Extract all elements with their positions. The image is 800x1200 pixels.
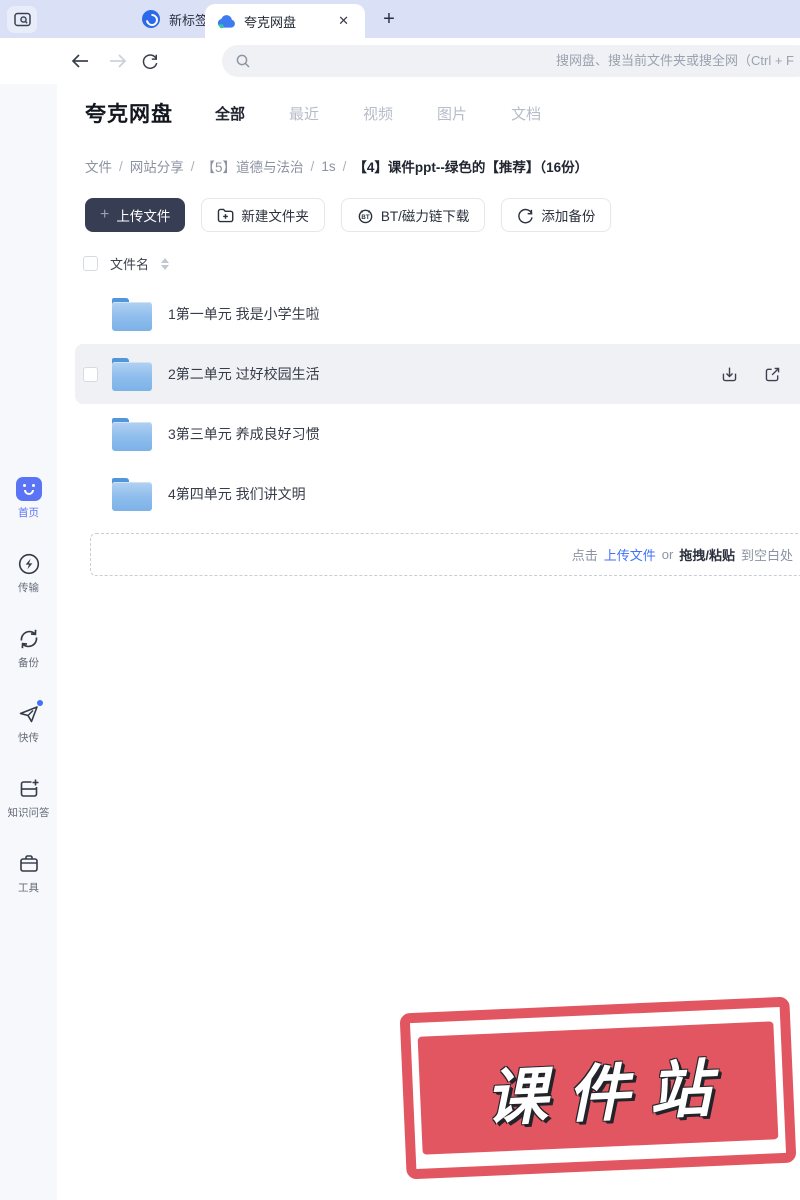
select-all-checkbox[interactable] xyxy=(83,256,98,271)
sidebar-item-quick-send[interactable]: 快传 xyxy=(15,700,43,745)
quick-send-icon xyxy=(15,700,43,727)
bt-magnet-label: BT/磁力链下载 xyxy=(380,209,470,224)
sidebar-item-home[interactable]: 首页 xyxy=(15,476,43,520)
file-list: 1第一单元 我是小学生啦 2第二单元 过好校园生活 3第三单元 养成良好习惯 4… xyxy=(57,284,800,524)
breadcrumb-separator: / xyxy=(310,158,315,174)
download-icon[interactable] xyxy=(720,365,739,384)
sidebar-item-label: 备份 xyxy=(18,657,39,669)
breadcrumb-item[interactable]: 【5】道德与法治 xyxy=(202,156,304,176)
quark-drive-window: 新标签页 夸克网盘 ✕ + 搜网盘、搜当前文件夹或搜全网（Ctrl + F 首页… xyxy=(0,0,800,1200)
file-name: 2第二单元 过好校园生活 xyxy=(168,366,320,382)
new-folder-icon xyxy=(217,208,234,223)
refresh-button[interactable] xyxy=(136,47,164,75)
tab-title: 夸克网盘 xyxy=(244,14,297,30)
sidebar-item-transfer[interactable]: 传输 xyxy=(15,551,43,595)
stamp-text: 课件站 xyxy=(483,1054,733,1134)
forward-button[interactable] xyxy=(104,47,132,75)
plus-icon: + xyxy=(100,206,110,223)
page-header: 夸克网盘 全部 最近 视频 图片 文档 xyxy=(85,98,541,128)
page-title: 夸克网盘 xyxy=(85,103,173,126)
action-buttons: + 上传文件 新建文件夹 BT BT/磁力链下载 添加备份 xyxy=(85,198,612,232)
breadcrumb-current: 【4】课件ppt--绿色的【推荐】（16份） xyxy=(353,160,589,175)
dropzone-text: 点击 xyxy=(571,548,598,563)
backup-icon xyxy=(15,626,43,652)
file-name: 3第三单元 养成良好习惯 xyxy=(168,426,320,442)
sidebar-item-label: 快传 xyxy=(18,732,39,744)
upload-file-button[interactable]: + 上传文件 xyxy=(85,198,186,232)
watermark-stamp: 课件站 xyxy=(399,996,797,1180)
app-sidebar: 首页 传输 备份 快传 知识问答 工具 xyxy=(0,84,57,1200)
breadcrumb-separator: / xyxy=(342,158,347,174)
search-placeholder: 搜网盘、搜当前文件夹或搜全网（Ctrl + F xyxy=(556,53,794,68)
sidebar-item-label: 传输 xyxy=(18,582,39,594)
add-backup-icon xyxy=(517,207,534,224)
breadcrumb-separator: / xyxy=(119,158,123,174)
file-row[interactable]: 3第三单元 养成良好习惯 xyxy=(57,404,800,464)
browser-tab-bar: 新标签页 夸克网盘 ✕ + xyxy=(0,0,800,38)
notification-dot xyxy=(36,700,43,706)
upload-file-label: 上传文件 xyxy=(116,209,171,224)
file-row[interactable]: 1第一单元 我是小学生啦 xyxy=(57,284,800,344)
upload-dropzone[interactable]: 点击 上传文件 or 拖拽/粘贴 到空白处 xyxy=(90,533,800,576)
sidebar-item-backup[interactable]: 备份 xyxy=(15,626,43,670)
add-backup-button[interactable]: 添加备份 xyxy=(501,198,612,232)
stamp-inner: 课件站 xyxy=(417,1021,779,1155)
file-row[interactable]: 4第四单元 我们讲文明 xyxy=(57,464,800,524)
dropzone-upload-link[interactable]: 上传文件 xyxy=(604,545,656,564)
transfer-icon xyxy=(15,551,43,577)
file-name: 4第四单元 我们讲文明 xyxy=(168,486,306,502)
knowledge-qa-icon xyxy=(15,776,43,802)
search-input[interactable]: 搜网盘、搜当前文件夹或搜全网（Ctrl + F xyxy=(222,45,800,77)
sidebar-item-knowledge-qa[interactable]: 知识问答 xyxy=(8,776,50,820)
tab-video[interactable]: 视频 xyxy=(363,103,393,124)
add-backup-label: 添加备份 xyxy=(541,209,596,224)
folder-icon xyxy=(112,417,152,451)
sidebar-item-label: 工具 xyxy=(18,882,39,894)
tools-icon xyxy=(15,851,43,877)
tab-search-icon xyxy=(13,12,31,27)
svg-text:BT: BT xyxy=(361,213,369,220)
tab-document[interactable]: 文档 xyxy=(511,103,541,124)
open-external-icon[interactable] xyxy=(763,365,782,384)
file-row-hovered[interactable]: 2第二单元 过好校园生活 xyxy=(75,344,800,404)
file-list-header: 文件名 xyxy=(83,254,170,273)
breadcrumb-item[interactable]: 1s xyxy=(321,159,335,174)
browser-toolbar: 搜网盘、搜当前文件夹或搜全网（Ctrl + F xyxy=(0,38,800,84)
cloud-icon xyxy=(217,14,236,29)
quark-logo-icon xyxy=(142,10,160,28)
dropzone-drag-text: 拖拽/粘贴 xyxy=(679,548,735,563)
dropzone-text: 到空白处 xyxy=(740,548,793,563)
file-name: 1第一单元 我是小学生啦 xyxy=(168,306,320,322)
search-icon xyxy=(235,53,251,69)
row-actions xyxy=(720,365,782,384)
bt-magnet-download-button[interactable]: BT BT/磁力链下载 xyxy=(340,198,486,232)
breadcrumb-item[interactable]: 文件 xyxy=(85,156,112,176)
bt-magnet-icon: BT xyxy=(357,207,374,224)
new-folder-button[interactable]: 新建文件夹 xyxy=(201,198,325,232)
tab-quark-drive[interactable]: 夸克网盘 ✕ xyxy=(205,4,365,38)
sidebar-item-label: 首页 xyxy=(18,507,39,519)
tab-close-icon[interactable]: ✕ xyxy=(334,11,353,31)
folder-icon xyxy=(112,477,152,511)
breadcrumb-item[interactable]: 网站分享 xyxy=(130,156,184,176)
home-smile-icon xyxy=(15,476,43,502)
tab-image[interactable]: 图片 xyxy=(437,103,467,124)
sidebar-item-tools[interactable]: 工具 xyxy=(15,851,43,895)
new-tab-button[interactable]: + xyxy=(374,4,404,34)
breadcrumb: 文件 / 网站分享 / 【5】道德与法治 / 1s / 【4】课件ppt--绿色… xyxy=(85,156,588,176)
breadcrumb-separator: / xyxy=(190,158,195,174)
view-tabs: 全部 最近 视频 图片 文档 xyxy=(215,103,541,124)
tab-all[interactable]: 全部 xyxy=(215,103,245,124)
sort-filename-control[interactable] xyxy=(161,257,170,270)
tab-recent[interactable]: 最近 xyxy=(289,103,319,124)
new-folder-label: 新建文件夹 xyxy=(241,209,309,224)
folder-icon xyxy=(112,357,152,391)
tab-search-button[interactable] xyxy=(7,6,37,33)
row-checkbox[interactable] xyxy=(83,366,98,382)
back-button[interactable] xyxy=(66,47,94,75)
folder-icon xyxy=(112,297,152,331)
dropzone-text: or xyxy=(661,547,674,562)
sidebar-item-label: 知识问答 xyxy=(7,807,50,819)
filename-column-header: 文件名 xyxy=(110,257,150,272)
